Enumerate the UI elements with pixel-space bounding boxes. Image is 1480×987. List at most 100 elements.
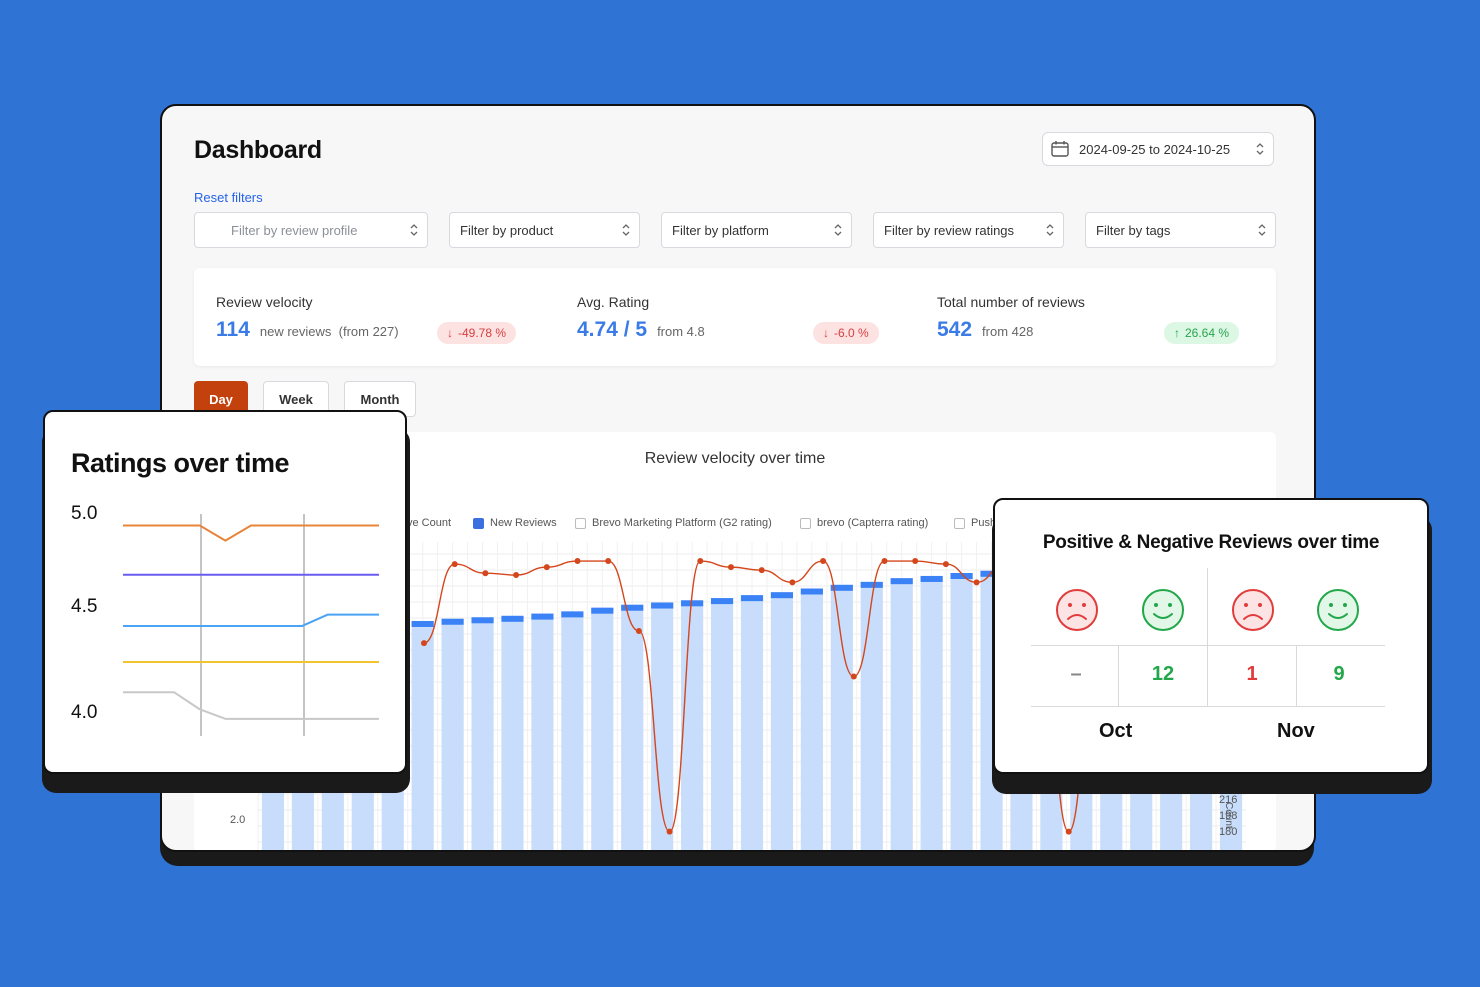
- line-point: [789, 579, 796, 586]
- bar-cap: [501, 615, 524, 622]
- line-point: [820, 558, 827, 565]
- month-label: Nov: [1277, 720, 1315, 742]
- stat-value: 4.74 / 5: [577, 318, 648, 341]
- arrow-down-icon: ↓: [447, 326, 453, 340]
- rating-series-line: [123, 613, 379, 627]
- stat-value-row: 4.74 / 5 from 4.8: [577, 318, 705, 342]
- change-badge: ↑ 26.64 %: [1164, 322, 1240, 344]
- chevron-updown-icon: [410, 224, 418, 236]
- bar: [860, 581, 883, 850]
- line-point: [605, 558, 612, 565]
- line-point: [574, 558, 581, 565]
- filter-product[interactable]: Filter by product: [449, 212, 640, 248]
- bar-cap: [860, 581, 883, 588]
- bar: [531, 613, 554, 850]
- stat-label: Avg. Rating: [577, 294, 650, 310]
- filter-review-ratings[interactable]: Filter by review ratings: [873, 212, 1064, 248]
- stat-value: 114: [216, 318, 250, 341]
- stat-value-row: 542 from 428: [937, 318, 1033, 342]
- oct-negative-count: –: [1070, 663, 1082, 685]
- filter-tags[interactable]: Filter by tags: [1085, 212, 1276, 248]
- stat-value: 542: [937, 318, 973, 341]
- card-title: Positive & Negative Reviews over time: [1042, 532, 1380, 553]
- bar: [441, 618, 464, 850]
- chevron-updown-icon: [1046, 224, 1054, 236]
- bar-cap: [920, 575, 943, 582]
- month-label: Oct: [1099, 720, 1133, 742]
- date-range-picker[interactable]: 2024-09-25 to 2024-10-25: [1042, 132, 1274, 166]
- filter-platform[interactable]: Filter by platform: [661, 212, 852, 248]
- bar: [770, 592, 794, 850]
- filter-review-profile[interactable]: Filter by review profile: [194, 212, 428, 248]
- ratings-over-time-card: Ratings over time 5.0 4.5 4.0: [43, 410, 407, 774]
- change-value: 26.64 %: [1185, 326, 1230, 340]
- line-point: [482, 570, 489, 577]
- calendar-icon: [1051, 141, 1069, 157]
- line-point: [697, 558, 704, 565]
- happy-face-icon: [1142, 589, 1184, 631]
- bar-cap: [621, 604, 644, 611]
- sad-face-icon: [1056, 589, 1098, 631]
- change-badge: ↓ -49.78 %: [437, 322, 517, 344]
- line-point: [728, 564, 734, 571]
- filter-label: Filter by review ratings: [884, 222, 1015, 238]
- date-range-value: 2024-09-25 to 2024-10-25: [1079, 141, 1231, 157]
- y-tick-label: 2.0: [230, 814, 246, 826]
- bar: [501, 615, 524, 850]
- bar-cap: [890, 578, 913, 585]
- chevron-updown-icon: [1258, 224, 1266, 236]
- chevron-updown-icon: [622, 224, 630, 236]
- nov-negative-count: 1: [1246, 663, 1258, 685]
- change-badge: ↓ -6.0 %: [813, 322, 879, 344]
- bar-cap: [561, 611, 584, 618]
- bar-cap: [800, 588, 823, 595]
- bar: [411, 620, 434, 850]
- change-value: -6.0 %: [834, 326, 869, 340]
- bar: [710, 598, 734, 850]
- chevron-updown-icon: [834, 224, 842, 236]
- divider: [1031, 706, 1385, 707]
- bar: [471, 617, 494, 850]
- bar-cap: [441, 618, 464, 625]
- bar: [890, 578, 913, 850]
- arrow-down-icon: ↓: [823, 326, 829, 340]
- line-point: [942, 561, 949, 568]
- filter-label: Filter by product: [460, 222, 554, 238]
- nov-positive-count: 9: [1333, 663, 1345, 685]
- change-value: -49.78 %: [458, 326, 507, 340]
- filter-label: Filter by review profile: [231, 222, 358, 238]
- bar-cap: [681, 600, 704, 607]
- stat-detail: from 4.8: [657, 324, 705, 339]
- line-point: [543, 564, 550, 571]
- bar: [740, 595, 764, 850]
- bar: [561, 611, 584, 850]
- oct-positive-count: 12: [1151, 663, 1175, 685]
- bar-cap: [740, 595, 764, 602]
- filter-label: Filter by platform: [672, 222, 769, 238]
- stat-detail: new reviews (from 227): [259, 324, 399, 339]
- line-point: [881, 558, 888, 565]
- chevron-updown-icon: [1256, 143, 1264, 155]
- line-point: [850, 673, 857, 680]
- line-point: [912, 558, 919, 565]
- bar-cap: [710, 598, 734, 605]
- line-point: [513, 572, 520, 579]
- line-point: [666, 828, 673, 835]
- bar-cap: [411, 620, 434, 627]
- divider: [1031, 645, 1385, 646]
- bar-cap: [591, 607, 614, 614]
- sad-face-icon: [1232, 589, 1274, 631]
- line-point: [421, 640, 427, 647]
- stat-label: Review velocity: [216, 294, 313, 310]
- rating-series-line: [123, 691, 379, 720]
- bar: [621, 604, 644, 850]
- stat-label: Total number of reviews: [937, 294, 1085, 310]
- bar: [920, 575, 943, 850]
- filter-label: Filter by tags: [1096, 222, 1171, 238]
- bar: [950, 573, 973, 850]
- line-point: [973, 579, 980, 586]
- reset-filters-link[interactable]: Reset filters: [194, 190, 263, 205]
- bar-cap: [770, 592, 794, 599]
- bar-cap: [651, 602, 674, 609]
- bar: [830, 584, 853, 850]
